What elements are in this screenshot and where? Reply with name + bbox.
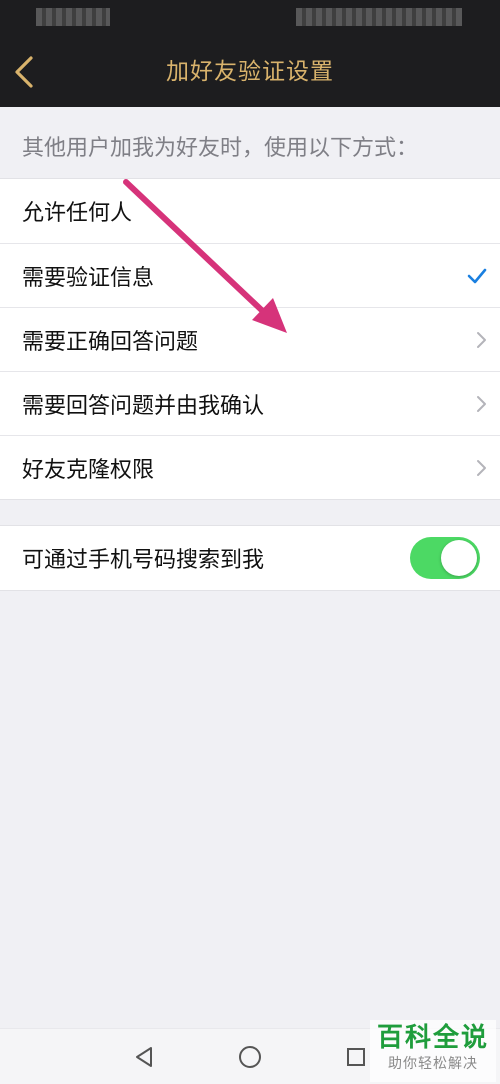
top-bar: 加好友验证设置	[0, 0, 500, 107]
recents-square-icon[interactable]	[342, 1043, 370, 1071]
home-circle-icon[interactable]	[236, 1043, 264, 1071]
watermark-subtitle: 助你轻松解决	[388, 1056, 478, 1072]
option-label: 需要验证信息	[22, 265, 155, 291]
status-bar-right-blurred	[296, 8, 462, 26]
option-require-correct-answer[interactable]: 需要正确回答问题	[0, 307, 500, 371]
toggle-knob	[441, 540, 477, 576]
phone-search-section: 可通过手机号码搜索到我	[0, 525, 500, 591]
watermark-logo: 百科全说 助你轻松解决	[370, 1020, 496, 1082]
watermark-title: 百科全说	[376, 1023, 489, 1053]
verification-options-list: 允许任何人 需要验证信息 需要正确回答问题 需要回答问题并由我确认 好友克隆权限	[0, 178, 500, 500]
section-hint: 其他用户加我为好友时，使用以下方式：	[22, 136, 419, 161]
option-friend-clone-permission[interactable]: 好友克隆权限	[0, 435, 500, 499]
option-label: 需要回答问题并由我确认	[22, 393, 265, 419]
option-label: 允许任何人	[22, 201, 133, 226]
page-title: 加好友验证设置	[166, 59, 334, 85]
option-label: 好友克隆权限	[22, 457, 155, 483]
phone-search-row: 可通过手机号码搜索到我	[0, 526, 500, 590]
back-triangle-icon[interactable]	[130, 1043, 158, 1071]
checkmark-icon	[466, 267, 488, 285]
phone-search-label: 可通过手机号码搜索到我	[22, 548, 265, 573]
status-bar-left-blurred	[36, 8, 110, 26]
chevron-right-icon	[474, 330, 488, 350]
option-answer-and-confirm[interactable]: 需要回答问题并由我确认	[0, 371, 500, 435]
chevron-right-icon	[474, 458, 488, 478]
phone-search-toggle[interactable]	[410, 537, 480, 579]
chevron-right-icon	[474, 394, 488, 414]
option-label: 需要正确回答问题	[22, 329, 199, 355]
option-allow-anyone[interactable]: 允许任何人	[0, 179, 500, 243]
option-require-verification-message[interactable]: 需要验证信息	[0, 243, 500, 307]
